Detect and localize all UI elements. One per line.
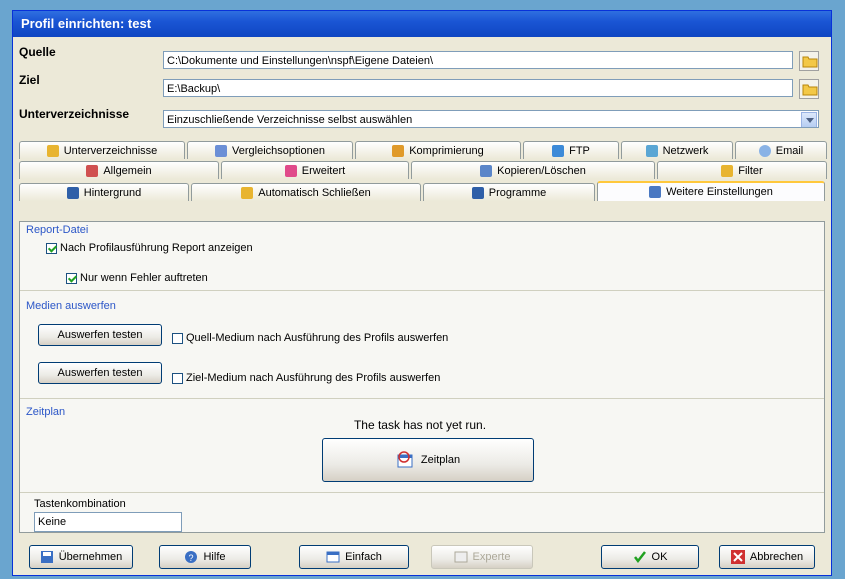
ftp-icon [552,144,565,157]
test-eject-source-button[interactable]: Auswerfen testen [38,324,162,346]
simple-mode-button[interactable]: Einfach [299,545,409,569]
divider [20,290,824,291]
copy-icon [480,164,493,177]
tab-programme[interactable]: Programme [423,183,595,201]
tab-email[interactable]: Email [735,141,827,159]
target-input[interactable]: E:\Backup\ [163,79,793,97]
help-icon: ? [185,551,198,563]
more-settings-icon [649,186,662,198]
schedule-group-label: Zeitplan [26,406,66,418]
hotkey-label: Tastenkombination [34,498,126,510]
eject-target-checkbox[interactable]: Ziel-Medium nach Ausführung des Profils … [172,372,440,384]
compress-icon [392,144,405,157]
tab-unterverzeichnisse[interactable]: Unterverzeichnisse [19,141,185,159]
target-browse-button[interactable] [799,79,819,99]
tab-allgemein[interactable]: Allgemein [19,161,219,179]
folder-tree-icon [46,144,59,157]
eject-group-label: Medien auswerfen [26,300,116,312]
simple-view-icon [326,551,340,563]
ok-button[interactable]: OK [601,545,699,569]
window-title: Profil einrichten: test [13,11,831,37]
expert-view-icon [454,551,468,563]
tab-komprimierung[interactable]: Komprimierung [355,141,521,159]
report-group-label: Report-Datei [26,224,89,236]
cancel-button[interactable]: Abbrechen [719,545,815,569]
save-icon [40,551,53,563]
source-label: Quelle [19,45,56,59]
settings-panel: Report-Datei Nach Profilausführung Repor… [19,221,825,533]
close-icon [730,550,745,564]
target-label: Ziel [19,73,40,87]
schedule-button[interactable]: Zeitplan [322,438,534,482]
calendar-clock-icon [397,451,413,468]
email-icon [758,144,771,157]
checkmark-icon [633,551,646,564]
general-icon [86,164,99,177]
divider [20,492,824,493]
help-button[interactable]: ? Hilfe [159,545,251,569]
hotkey-input[interactable]: Keine [34,512,182,532]
divider [20,398,824,399]
show-report-checkbox[interactable]: Nach Profilausführung Report anzeigen [46,242,253,254]
folder-icon [802,56,818,68]
svg-text:?: ? [189,553,194,563]
checkbox-box[interactable] [66,272,77,284]
subdirs-select[interactable]: Einzuschließende Verzeichnisse selbst au… [163,110,819,128]
advanced-icon [284,164,297,177]
compare-icon [215,144,228,157]
tab-automatisch-schliessen[interactable]: Automatisch Schließen [191,183,421,201]
subdirs-selected-value: Einzuschließende Verzeichnisse selbst au… [167,114,413,126]
test-eject-target-button[interactable]: Auswerfen testen [38,362,162,384]
checkbox-box[interactable] [172,372,183,384]
only-errors-checkbox[interactable]: Nur wenn Fehler auftreten [66,272,208,284]
tab-hintergrund[interactable]: Hintergrund [19,183,189,201]
expert-mode-button: Experte [431,545,533,569]
checkbox-box[interactable] [172,332,183,344]
auto-close-icon [241,186,254,199]
source-input[interactable]: C:\Dokumente und Einstellungen\nspf\Eige… [163,51,793,69]
tab-netzwerk[interactable]: Netzwerk [621,141,733,159]
folder-icon [802,84,818,96]
tab-kopieren-loeschen[interactable]: Kopieren/Löschen [411,161,655,179]
source-browse-button[interactable] [799,51,819,71]
profile-window: Profil einrichten: test Quelle C:\Dokume… [12,10,832,576]
tab-vergleichsoptionen[interactable]: Vergleichsoptionen [187,141,353,159]
apply-button[interactable]: Übernehmen [29,545,133,569]
tab-weitere-einstellungen[interactable]: Weitere Einstellungen [597,181,825,201]
programs-icon [471,186,484,199]
network-icon [645,144,658,157]
schedule-status-text: The task has not yet run. [353,418,487,432]
tab-ftp[interactable]: FTP [523,141,619,159]
filter-icon [721,164,734,177]
background-icon [66,186,79,199]
eject-source-checkbox[interactable]: Quell-Medium nach Ausführung des Profils… [172,332,448,344]
subdirs-label: Unterverzeichnisse [19,107,130,121]
tab-erweitert[interactable]: Erweitert [221,161,409,179]
checkbox-box[interactable] [46,242,57,254]
tab-filter[interactable]: Filter [657,161,827,179]
chevron-down-icon[interactable] [801,112,817,127]
